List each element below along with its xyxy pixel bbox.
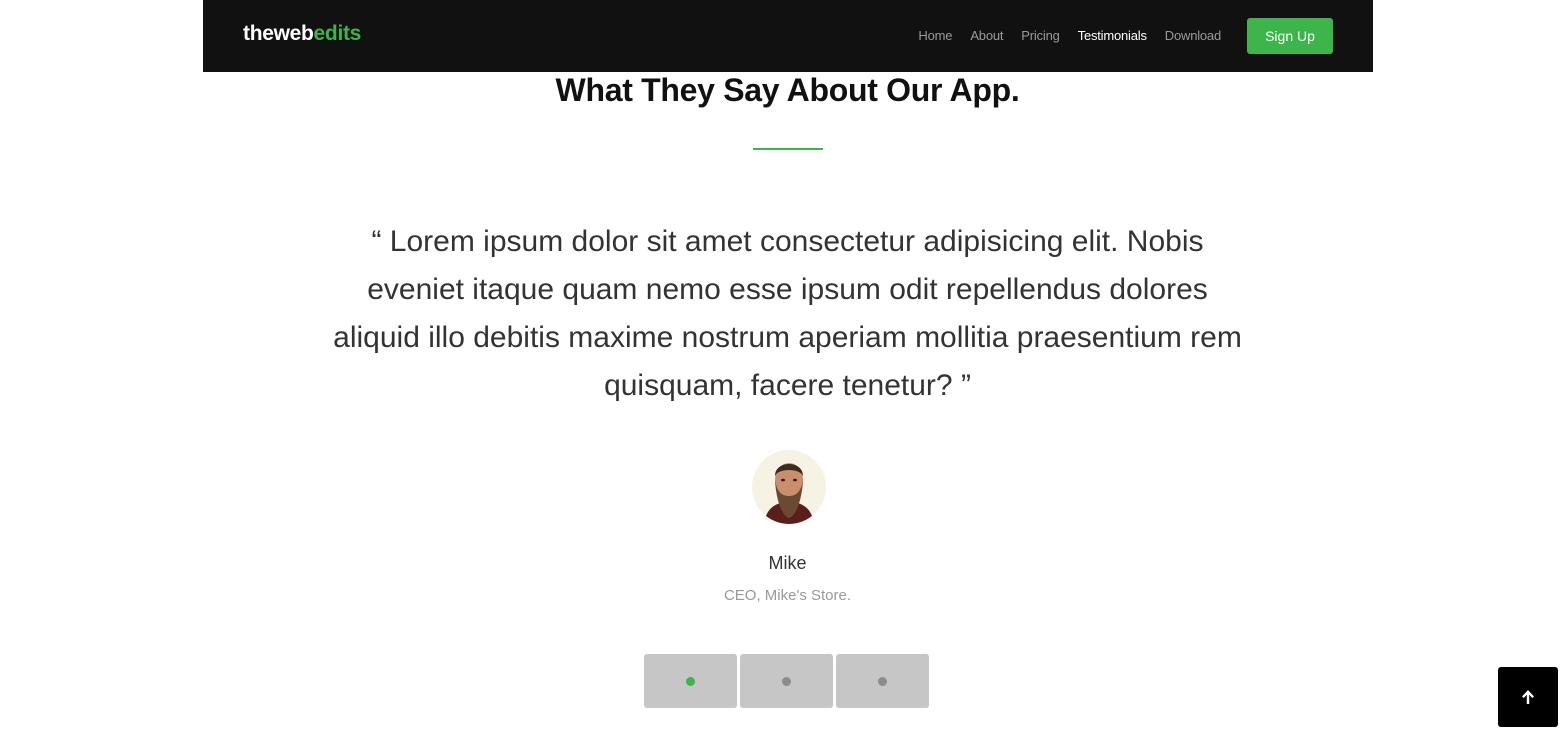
carousel-dot-3[interactable] bbox=[836, 654, 929, 708]
section-title: What They Say About Our App. bbox=[555, 72, 1020, 108]
nav-link-pricing[interactable]: Pricing bbox=[1021, 28, 1060, 43]
signup-button[interactable]: Sign Up bbox=[1247, 18, 1333, 54]
dot-indicator bbox=[878, 676, 887, 686]
author-role: CEO, Mike's Store. bbox=[723, 587, 852, 604]
nav-link-testimonials[interactable]: Testimonials bbox=[1078, 28, 1147, 43]
nav-link-about[interactable]: About bbox=[970, 28, 1003, 43]
navbar: thewebedits Home About Pricing Testimoni… bbox=[203, 0, 1373, 72]
title-divider bbox=[753, 148, 823, 150]
brand-accent: edits bbox=[313, 22, 362, 45]
carousel-dot-1[interactable] bbox=[644, 654, 737, 708]
carousel-pager bbox=[644, 654, 929, 708]
testimonial-quote: “ Lorem ipsum dolor sit amet consectetur… bbox=[333, 225, 1242, 402]
dot-indicator bbox=[686, 676, 695, 686]
nav-link-download[interactable]: Download bbox=[1165, 28, 1221, 43]
carousel-dot-2[interactable] bbox=[740, 654, 833, 708]
arrow-up-icon bbox=[1522, 690, 1534, 704]
nav-menu: Home About Pricing Testimonials Download bbox=[918, 28, 1221, 43]
avatar bbox=[752, 450, 826, 524]
brand-logo[interactable]: thewebedits bbox=[243, 22, 361, 46]
bearded-man-avatar-icon bbox=[752, 450, 826, 524]
back-to-top-button[interactable] bbox=[1498, 667, 1558, 727]
brand-prefix: theweb bbox=[243, 22, 314, 45]
nav-link-home[interactable]: Home bbox=[918, 28, 952, 43]
dot-indicator bbox=[782, 676, 791, 686]
author-name: Mike bbox=[768, 553, 807, 573]
